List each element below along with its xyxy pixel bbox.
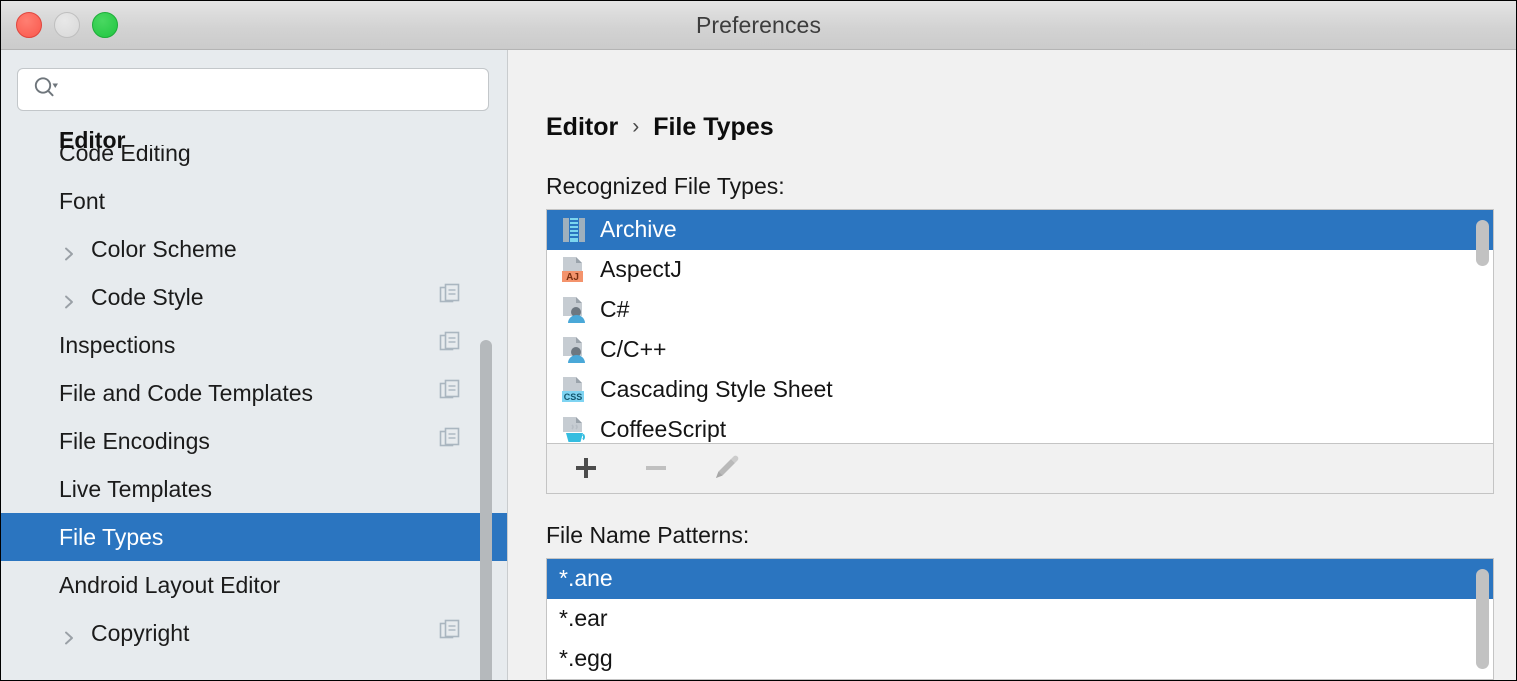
file-type-row[interactable]: Archive [547, 210, 1493, 250]
file-types-scrollbar-thumb[interactable] [1476, 220, 1489, 266]
edit-file-type-button[interactable] [705, 447, 747, 489]
breadcrumb: Editor › File Types [546, 50, 1494, 145]
svg-text:AJ: AJ [566, 272, 579, 283]
file-type-row[interactable]: C/C++ [547, 330, 1493, 370]
file-types-toolbar [546, 444, 1494, 494]
breadcrumb-separator-icon: › [632, 115, 639, 139]
file-type-name: C# [600, 296, 629, 323]
sidebar-item-file-encodings[interactable]: File Encodings [1, 417, 507, 465]
file-type-row[interactable]: AJ AspectJ [547, 250, 1493, 290]
window-body: Editor Code Editing Font Color Scheme [1, 50, 1516, 680]
sidebar-item-color-scheme[interactable]: Color Scheme [1, 225, 507, 273]
file-type-name: Cascading Style Sheet [600, 376, 833, 403]
copy-settings-icon[interactable] [439, 379, 461, 407]
settings-detail-panel: Editor › File Types Recognized File Type… [508, 50, 1516, 680]
search-field[interactable] [17, 68, 489, 111]
search-input[interactable] [67, 69, 478, 110]
css-file-icon: CSS [559, 376, 589, 404]
sidebar-item-code-style[interactable]: Code Style [1, 273, 507, 321]
sidebar-group-header: Editor [1, 111, 507, 145]
sidebar-item-file-and-code-templates[interactable]: File and Code Templates [1, 369, 507, 417]
sidebar-item-label: Code Style [91, 284, 204, 311]
coffeescript-file-icon [559, 416, 589, 444]
file-type-row[interactable]: CSS Cascading Style Sheet [547, 370, 1493, 410]
pattern-value: *.ear [559, 605, 608, 632]
sidebar-item-label: Font [59, 188, 105, 215]
close-button[interactable] [16, 12, 42, 38]
recognized-file-types-list[interactable]: Archive AJ AspectJ [546, 209, 1494, 444]
chevron-right-icon[interactable] [61, 625, 77, 641]
file-name-patterns-list[interactable]: *.ane *.ear *.egg [546, 558, 1494, 680]
sidebar-item-copyright[interactable]: Copyright [1, 609, 507, 657]
chevron-right-icon[interactable] [61, 289, 77, 305]
copy-settings-icon[interactable] [439, 283, 461, 311]
settings-sidebar: Editor Code Editing Font Color Scheme [1, 50, 508, 680]
sidebar-item-inspections[interactable]: Inspections [1, 321, 507, 369]
sidebar-tree: Code Editing Font Color Scheme [1, 142, 507, 657]
remove-file-type-button[interactable] [635, 447, 677, 489]
sidebar-item-label: File Encodings [59, 428, 210, 455]
search-icon [33, 76, 59, 103]
minimize-button[interactable] [54, 12, 80, 38]
search-area [1, 50, 507, 111]
zoom-button[interactable] [92, 12, 118, 38]
pattern-row[interactable]: *.ear [547, 599, 1493, 639]
breadcrumb-current: File Types [653, 113, 773, 142]
recognized-file-types-label: Recognized File Types: [546, 173, 1494, 200]
sidebar-item-label: Inspections [59, 332, 175, 359]
sidebar-item-font[interactable]: Font [1, 177, 507, 225]
file-type-name: AspectJ [600, 256, 682, 283]
svg-text:CSS: CSS [564, 392, 583, 402]
file-name-patterns-label: File Name Patterns: [546, 522, 1494, 549]
file-type-name: Archive [600, 216, 677, 243]
patterns-scrollbar-thumb[interactable] [1476, 569, 1489, 669]
pattern-value: *.egg [559, 645, 613, 672]
csharp-file-icon [559, 296, 589, 324]
copy-settings-icon[interactable] [439, 331, 461, 359]
sidebar-item-live-templates[interactable]: Live Templates [1, 465, 507, 513]
sidebar-item-android-layout-editor[interactable]: Android Layout Editor [1, 561, 507, 609]
sidebar-scroll-area: Code Editing Font Color Scheme [1, 142, 507, 680]
cpp-file-icon [559, 336, 589, 364]
file-type-name: C/C++ [600, 336, 666, 363]
window-controls [16, 12, 118, 38]
aspectj-file-icon: AJ [559, 256, 589, 284]
copy-settings-icon[interactable] [439, 619, 461, 647]
pattern-row[interactable]: *.ane [547, 559, 1493, 599]
archive-zipper-icon [559, 216, 589, 244]
window-title: Preferences [1, 12, 1516, 39]
pattern-row[interactable]: *.egg [547, 639, 1493, 679]
file-type-row[interactable]: C# [547, 290, 1493, 330]
sidebar-item-label: Copyright [91, 620, 189, 647]
pattern-value: *.ane [559, 565, 613, 592]
file-type-name: CoffeeScript [600, 416, 726, 443]
sidebar-item-label: File and Code Templates [59, 380, 313, 407]
breadcrumb-parent[interactable]: Editor [546, 113, 618, 142]
title-bar: Preferences [1, 1, 1516, 50]
sidebar-item-file-types[interactable]: File Types [1, 513, 507, 561]
chevron-right-icon[interactable] [61, 241, 77, 257]
preferences-window: Preferences Editor [0, 0, 1517, 681]
sidebar-item-label: Android Layout Editor [59, 572, 280, 599]
file-type-row[interactable]: CoffeeScript [547, 410, 1493, 444]
sidebar-item-label: Live Templates [59, 476, 212, 503]
sidebar-item-label: File Types [59, 524, 163, 551]
patterns-scrollbar[interactable] [1474, 563, 1490, 675]
file-types-scrollbar[interactable] [1474, 214, 1490, 439]
sidebar-item-label: Color Scheme [91, 236, 237, 263]
copy-settings-icon[interactable] [439, 427, 461, 455]
add-file-type-button[interactable] [565, 447, 607, 489]
